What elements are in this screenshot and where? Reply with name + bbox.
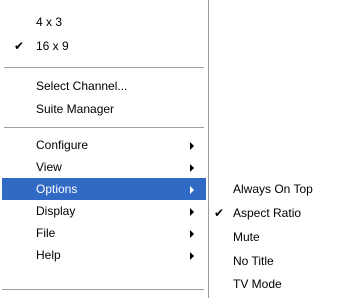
menu-item-options[interactable]: Options: [2, 178, 206, 200]
checkmark-icon: ✔: [214, 206, 225, 220]
menu-item-label: No Title: [233, 254, 274, 268]
menu-separator: [4, 127, 204, 128]
menu-item-display[interactable]: Display: [0, 200, 208, 222]
menu-item-4x3[interactable]: 4 x 3: [0, 11, 208, 33]
menu-item-view[interactable]: View: [0, 156, 208, 178]
menu-item-mute[interactable]: Mute: [209, 226, 360, 248]
menu-item-label: Options: [36, 182, 78, 196]
menu-item-aspect-ratio[interactable]: ✔ Aspect Ratio: [209, 202, 360, 224]
menu-item-label: TV Mode: [233, 277, 282, 291]
menu-item-label: Aspect Ratio: [233, 206, 302, 220]
menu-item-no-title[interactable]: No Title: [209, 250, 360, 272]
submenu-arrow-icon: [190, 142, 194, 150]
menu-item-label: Configure: [36, 138, 89, 152]
submenu-arrow-icon: [190, 208, 194, 216]
menu-item-label: 16 x 9: [36, 39, 69, 53]
menu-item-tv-mode[interactable]: TV Mode: [209, 273, 360, 295]
menu-item-16x9[interactable]: ✔ 16 x 9: [0, 35, 208, 57]
menu-separator: [4, 67, 204, 68]
menu-item-label: Always On Top: [233, 182, 313, 196]
submenu-arrow-icon: [190, 252, 194, 260]
menu-item-label: Select Channel...: [36, 79, 128, 93]
menu-item-label: 4 x 3: [36, 15, 63, 29]
menu-separator: [2, 289, 204, 291]
menu-item-label: View: [36, 160, 62, 174]
submenu-arrow-icon: [190, 186, 194, 194]
menu-item-label: Mute: [233, 230, 260, 244]
context-menu: 4 x 3 ✔ 16 x 9 Select Channel... Suite M…: [0, 0, 209, 298]
checkmark-icon: ✔: [14, 39, 25, 53]
menu-item-suite-manager[interactable]: Suite Manager: [0, 98, 208, 120]
menu-item-label: File: [36, 226, 56, 240]
submenu-arrow-icon: [190, 164, 194, 172]
menu-item-always-on-top[interactable]: Always On Top: [209, 178, 360, 200]
menu-item-file[interactable]: File: [0, 222, 208, 244]
menu-item-label: Help: [36, 248, 61, 262]
menu-item-select-channel[interactable]: Select Channel...: [0, 75, 208, 97]
submenu-arrow-icon: [190, 230, 194, 238]
menu-item-label: Display: [36, 204, 76, 218]
menu-item-help[interactable]: Help: [0, 244, 208, 266]
menu-item-configure[interactable]: Configure: [0, 134, 208, 156]
options-submenu: Always On Top ✔ Aspect Ratio Mute No Tit…: [209, 178, 360, 298]
menu-item-label: Suite Manager: [36, 102, 115, 116]
